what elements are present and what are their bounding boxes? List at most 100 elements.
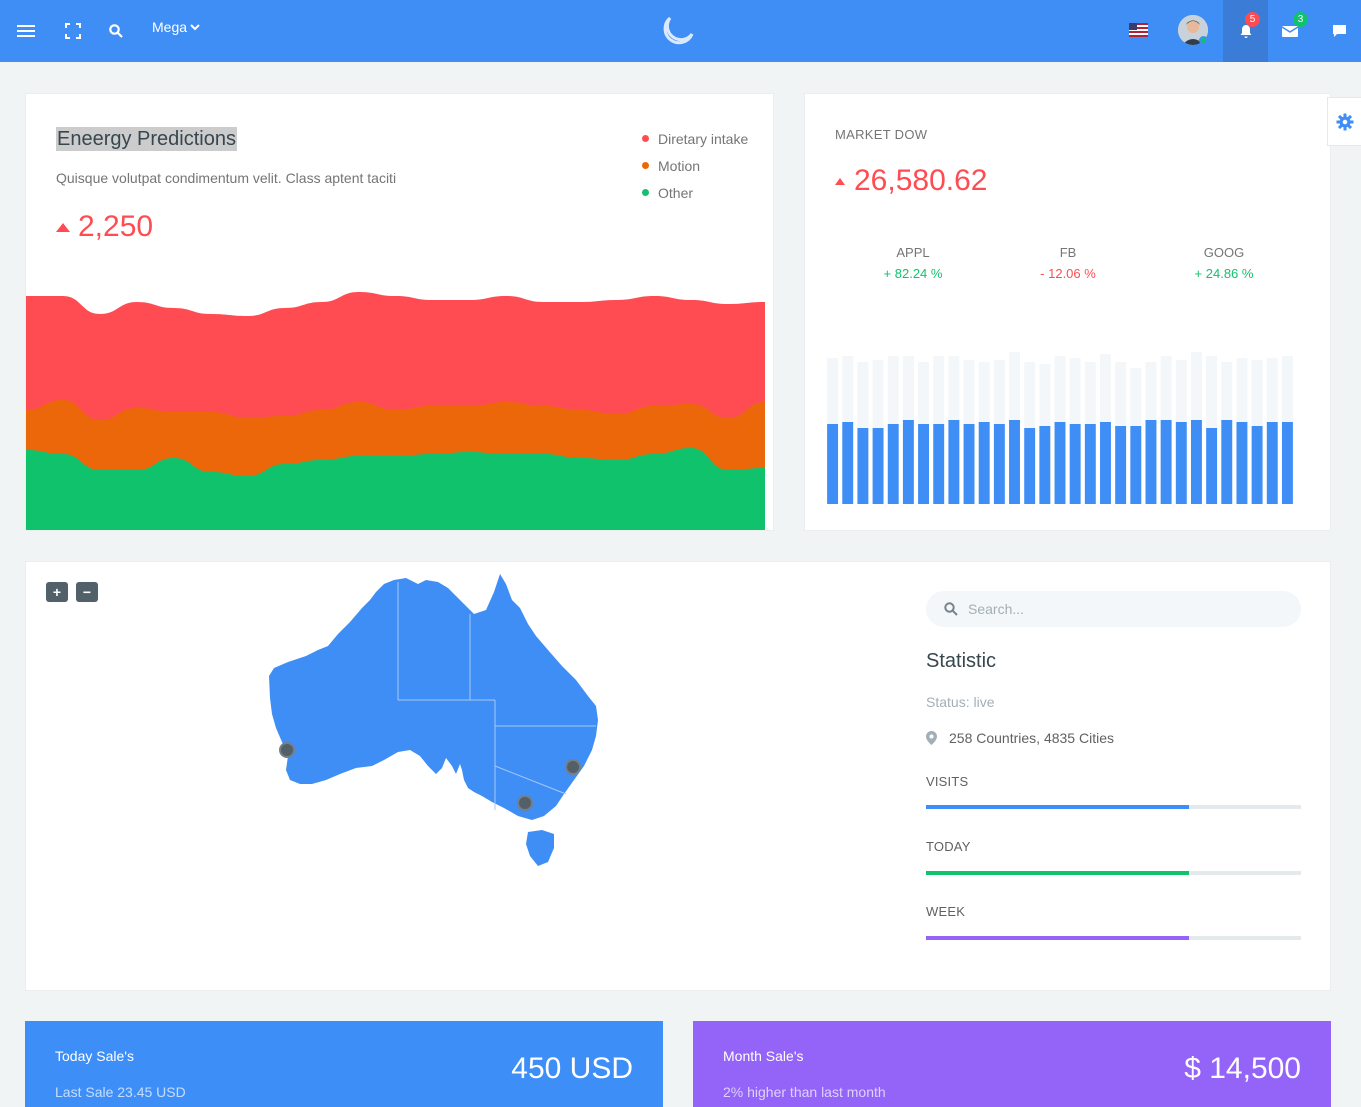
- bar-value[interactable]: [1024, 428, 1036, 504]
- bar-value[interactable]: [1160, 420, 1172, 504]
- bar-value[interactable]: [1130, 426, 1142, 504]
- bell-icon[interactable]: [1223, 0, 1268, 62]
- energy-subtitle: Quisque volutpat condimentum velit. Clas…: [56, 170, 397, 186]
- progress-fill-week: [926, 936, 1189, 940]
- fullscreen-icon[interactable]: [57, 0, 89, 62]
- mega-menu-toggle[interactable]: Mega: [152, 19, 200, 35]
- tasmania[interactable]: [526, 830, 554, 866]
- bar-value[interactable]: [978, 422, 990, 504]
- search-input[interactable]: [968, 601, 1268, 617]
- brand-logo-icon[interactable]: [660, 12, 696, 48]
- month-sales-subtitle: 2% higher than last month: [723, 1084, 886, 1100]
- bar-value[interactable]: [1054, 422, 1066, 504]
- bar-value[interactable]: [887, 424, 899, 504]
- settings-panel-toggle[interactable]: [1327, 97, 1361, 146]
- bar-value[interactable]: [933, 424, 945, 504]
- bar-value[interactable]: [1009, 420, 1020, 504]
- bar-value[interactable]: [1281, 422, 1293, 504]
- bar-value[interactable]: [1115, 426, 1127, 504]
- bar-value[interactable]: [1069, 424, 1081, 504]
- legend-item: Motion: [642, 152, 748, 179]
- ticker-fb: FB - 12.06 %: [1008, 245, 1128, 281]
- month-sales-value: $ 14,500: [1184, 1052, 1301, 1085]
- legend-dot: [642, 189, 649, 196]
- ticker-change: + 82.24 %: [883, 266, 943, 281]
- statistic-title: Statistic: [926, 650, 997, 672]
- today-sales-title: Today Sale's: [55, 1048, 134, 1064]
- triangle-up-icon: [835, 177, 845, 185]
- bar-value[interactable]: [872, 428, 884, 504]
- hamburger-menu-icon[interactable]: [10, 0, 42, 62]
- ticker-change: - 12.06 %: [1040, 266, 1096, 281]
- bar-value[interactable]: [857, 428, 869, 504]
- bar-value[interactable]: [1175, 422, 1187, 504]
- bar-value[interactable]: [1251, 426, 1263, 504]
- bar-value[interactable]: [1145, 420, 1157, 504]
- messages-badge: 3: [1293, 12, 1308, 27]
- envelope-icon[interactable]: [1270, 0, 1310, 62]
- ticker-change: + 24.86 %: [1194, 266, 1254, 281]
- map-marker-melbourne[interactable]: [517, 795, 533, 811]
- progress-bar-visits: [926, 805, 1301, 809]
- australia-mainland[interactable]: [269, 574, 598, 820]
- map-marker-perth[interactable]: [279, 742, 295, 758]
- bar-value[interactable]: [948, 420, 960, 504]
- today-sales-value: 450 USD: [511, 1052, 633, 1085]
- bar-value[interactable]: [827, 424, 839, 504]
- bar-value[interactable]: [842, 422, 854, 504]
- energy-value: 2,250: [56, 210, 153, 244]
- legend-item: Diretary intake: [642, 125, 748, 152]
- bar-value[interactable]: [1221, 420, 1233, 504]
- triangle-up-icon: [56, 222, 70, 232]
- notifications-badge: 5: [1245, 12, 1260, 27]
- market-title: MARKET DOW: [835, 127, 928, 142]
- legend-dot: [642, 135, 649, 142]
- us-flag-icon[interactable]: [1129, 23, 1148, 37]
- statistic-status: Status: live: [926, 694, 995, 710]
- progress-label-week: WEEK: [926, 904, 966, 919]
- chat-icon[interactable]: [1320, 0, 1358, 62]
- chart-legend: Diretary intake Motion Other: [642, 125, 748, 206]
- progress-bar-week: [926, 936, 1301, 940]
- statistic-location: 258 Countries, 4835 Cities: [926, 730, 1114, 746]
- progress-label-visits: VISITS: [926, 774, 969, 789]
- progress-label-today: TODAY: [926, 839, 971, 854]
- bar-value[interactable]: [1266, 422, 1278, 504]
- australia-map[interactable]: [266, 570, 606, 870]
- map-marker-sydney[interactable]: [565, 759, 581, 775]
- legend-label: Motion: [658, 157, 701, 174]
- map-statistic-card: + − Statistic Status: live 258 Countries…: [25, 561, 1331, 991]
- search-icon[interactable]: [100, 0, 132, 62]
- market-value: 26,580.62: [835, 164, 987, 198]
- mega-menu-label: Mega: [152, 19, 188, 35]
- statistic-location-text: 258 Countries, 4835 Cities: [949, 730, 1114, 746]
- bar-value[interactable]: [963, 424, 975, 504]
- bar-value[interactable]: [1100, 422, 1111, 504]
- bar-value[interactable]: [1190, 420, 1202, 504]
- zoom-in-button[interactable]: +: [46, 582, 68, 602]
- legend-item: Other: [642, 179, 748, 206]
- bar-value[interactable]: [918, 424, 930, 504]
- zoom-out-button[interactable]: −: [76, 582, 98, 602]
- month-sales-card: Month Sale's 2% higher than last month $…: [693, 1021, 1331, 1107]
- legend-dot: [642, 162, 649, 169]
- month-sales-title: Month Sale's: [723, 1048, 804, 1064]
- bar-value[interactable]: [1039, 426, 1051, 504]
- bar-value[interactable]: [993, 424, 1005, 504]
- today-sales-card: Today Sale's Last Sale 23.45 USD 450 USD: [25, 1021, 663, 1107]
- progress-fill-visits: [926, 805, 1189, 809]
- market-value-text: 26,580.62: [854, 164, 988, 197]
- ticker-name: APPL: [896, 245, 930, 260]
- legend-label: Diretary intake: [658, 130, 749, 147]
- bar-value[interactable]: [1084, 424, 1096, 504]
- energy-value-text: 2,250: [78, 210, 154, 243]
- search-box[interactable]: [926, 591, 1301, 627]
- legend-label: Other: [658, 184, 694, 201]
- bar-value[interactable]: [1236, 422, 1248, 504]
- bar-value[interactable]: [902, 420, 914, 504]
- online-status-dot: [1199, 36, 1208, 45]
- bar-value[interactable]: [1206, 428, 1218, 504]
- progress-bar-today: [926, 871, 1301, 875]
- energy-title: Eneergy Predictions: [56, 127, 237, 151]
- map-pin-icon: [926, 731, 937, 745]
